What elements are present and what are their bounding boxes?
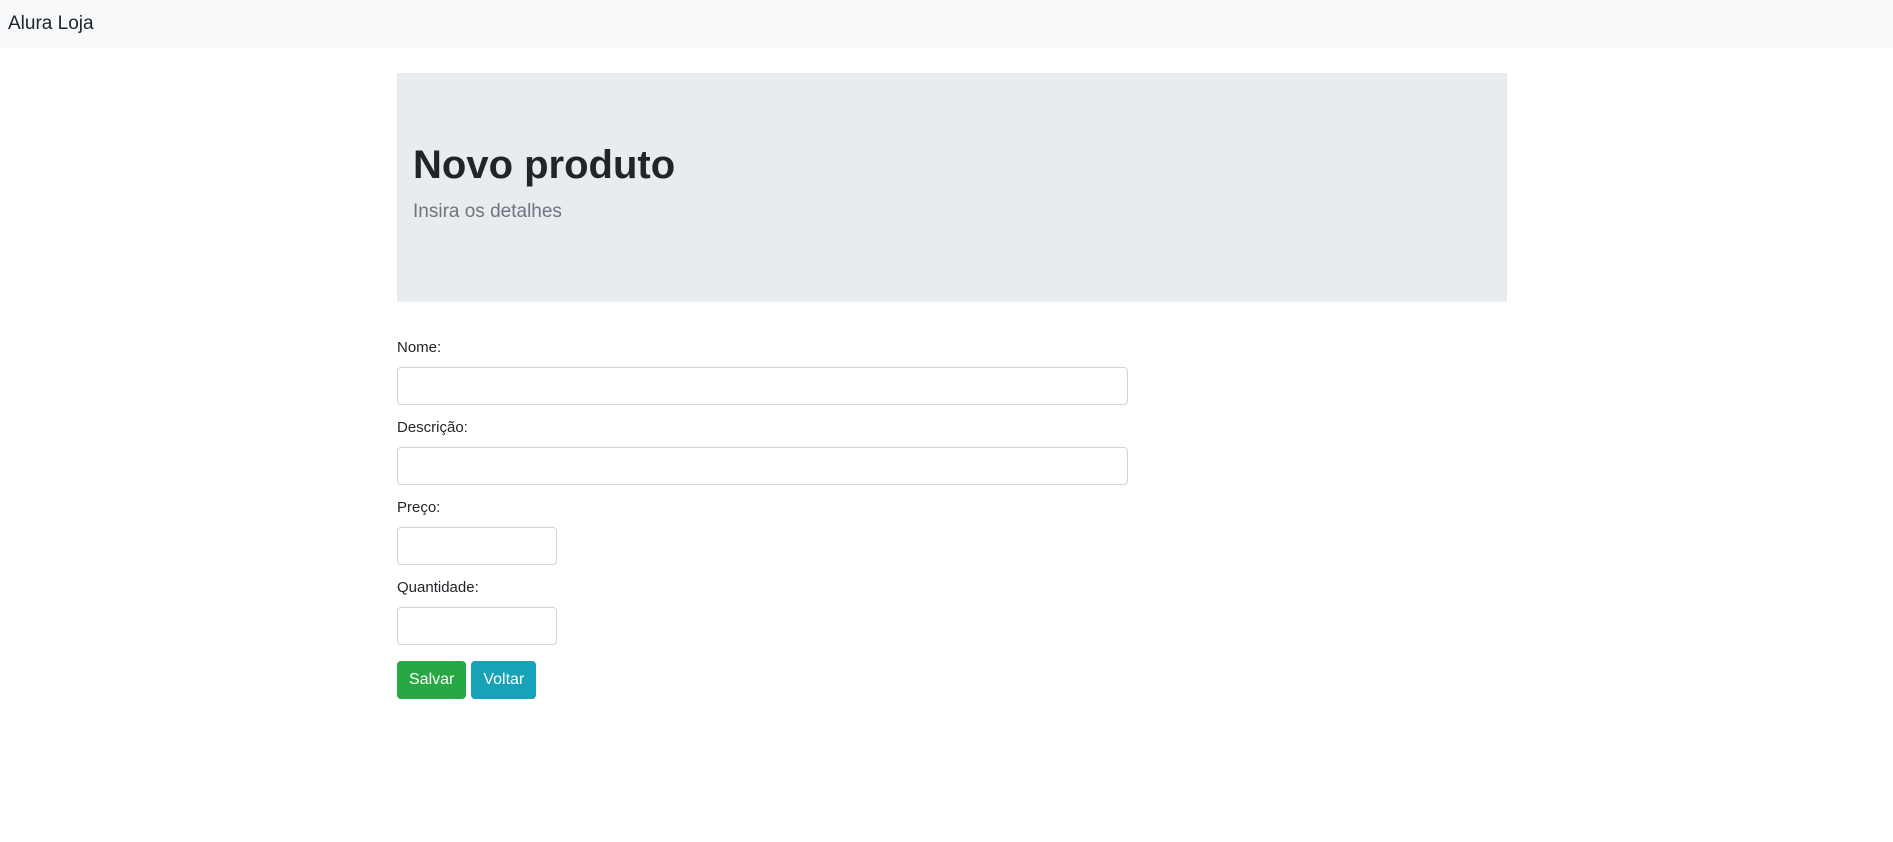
product-form: Nome: Descrição: Preço: Quantidade: Salv… <box>397 339 1507 699</box>
page-header: Novo produto Insira os detalhes <box>397 73 1507 302</box>
description-label: Descrição: <box>397 419 468 436</box>
description-input[interactable] <box>397 447 1128 485</box>
name-group: Nome: <box>397 339 1507 405</box>
page-subtitle: Insira os detalhes <box>413 201 562 222</box>
price-label: Preço: <box>397 499 441 516</box>
quantity-label: Quantidade: <box>397 579 479 596</box>
brand-link[interactable]: Alura Loja <box>8 13 94 35</box>
form-actions: Salvar Voltar <box>397 661 1507 699</box>
save-button[interactable]: Salvar <box>397 661 467 699</box>
name-label: Nome: <box>397 339 442 356</box>
navbar: Alura Loja <box>0 0 1893 48</box>
price-input[interactable] <box>397 527 557 565</box>
main-container: Novo produto Insira os detalhes Nome: De… <box>397 73 1507 699</box>
back-button[interactable]: Voltar <box>471 661 537 699</box>
quantity-group: Quantidade: <box>397 579 1507 645</box>
quantity-input[interactable] <box>397 607 557 645</box>
description-group: Descrição: <box>397 419 1507 485</box>
name-input[interactable] <box>397 367 1128 405</box>
price-group: Preço: <box>397 499 1507 565</box>
page-title: Novo produto <box>413 143 676 187</box>
